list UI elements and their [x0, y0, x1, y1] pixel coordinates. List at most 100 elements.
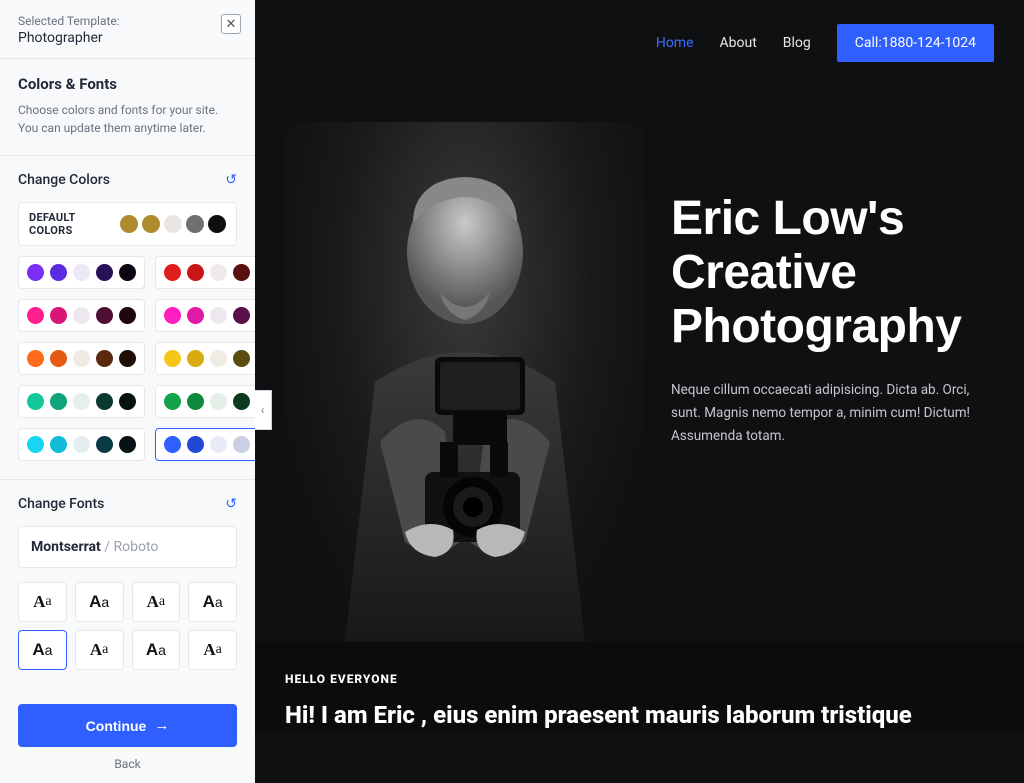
color-dot — [73, 436, 90, 453]
palette-option-8[interactable] — [18, 428, 145, 461]
font-primary: Montserrat — [31, 539, 101, 555]
color-dot — [119, 264, 136, 281]
font-secondary: Roboto — [114, 539, 159, 555]
color-dot — [210, 436, 227, 453]
color-dot — [164, 393, 181, 410]
color-dot — [119, 436, 136, 453]
color-dot — [27, 350, 44, 367]
color-dot — [233, 264, 250, 281]
font-sample-small: a — [45, 642, 53, 658]
color-dot — [96, 350, 113, 367]
nav-link-blog[interactable]: Blog — [783, 35, 811, 51]
default-colors-row[interactable]: DEFAULT COLORS — [18, 202, 237, 246]
font-option-6[interactable]: Aa — [132, 630, 181, 670]
color-dot — [27, 307, 44, 324]
intro-kicker: HELLO EVERYONE — [285, 672, 994, 686]
intro-heading: Hi! I am Eric , eius enim praesent mauri… — [285, 700, 994, 731]
color-dot — [50, 393, 67, 410]
preview-nav: Home About Blog Call:1880-124-1024 — [255, 0, 1024, 62]
continue-button[interactable]: Continue → — [18, 704, 237, 747]
font-sample-small: a — [101, 594, 109, 610]
reset-colors-icon[interactable]: ↺ — [225, 172, 237, 188]
change-colors-title: Change Colors — [18, 172, 110, 188]
color-dot — [186, 215, 204, 233]
color-dot — [164, 215, 182, 233]
palette-option-2[interactable] — [18, 299, 145, 332]
hero-section: Eric Low's Creative Photography Neque ci… — [255, 62, 1024, 642]
palette-option-6[interactable] — [18, 385, 145, 418]
font-sample-big: A — [146, 640, 158, 660]
color-dot — [27, 393, 44, 410]
font-option-7[interactable]: Aa — [188, 630, 237, 670]
color-dot — [210, 264, 227, 281]
photographer-image — [285, 122, 645, 642]
color-dot — [73, 393, 90, 410]
color-dot — [208, 215, 226, 233]
color-dot — [210, 350, 227, 367]
color-dot — [73, 264, 90, 281]
intro-title: Colors & Fonts — [18, 75, 237, 93]
color-dot — [119, 393, 136, 410]
font-option-4[interactable]: Aa — [18, 630, 67, 670]
font-sample-small: a — [158, 642, 166, 658]
hero-description: Neque cillum occaecati adipisicing. Dict… — [671, 379, 994, 448]
font-pair-selector[interactable]: Montserrat / Roboto — [18, 526, 237, 568]
color-dot — [233, 436, 250, 453]
back-link[interactable]: Back — [18, 757, 237, 771]
change-fonts-title: Change Fonts — [18, 496, 104, 512]
palette-option-0[interactable] — [18, 256, 145, 289]
color-dot — [27, 264, 44, 281]
close-button[interactable]: ✕ — [221, 14, 241, 34]
sidebar-footer: Continue → Back — [0, 690, 255, 783]
color-dot — [187, 436, 204, 453]
color-dot — [96, 307, 113, 324]
color-dot — [164, 307, 181, 324]
color-dot — [187, 307, 204, 324]
arrow-right-icon: → — [154, 717, 169, 734]
font-option-2[interactable]: Aa — [132, 582, 181, 622]
color-dot — [96, 436, 113, 453]
font-sample-big: A — [147, 592, 159, 612]
color-dot — [187, 264, 204, 281]
color-dot — [142, 215, 160, 233]
close-icon: ✕ — [226, 17, 237, 32]
settings-sidebar: Selected Template: Photographer ✕ Colors… — [0, 0, 255, 783]
font-sample-big: A — [33, 592, 45, 612]
hero-title: Eric Low's Creative Photography — [671, 192, 994, 353]
default-colors-label: DEFAULT COLORS — [29, 211, 112, 237]
nav-link-home[interactable]: Home — [656, 35, 694, 51]
color-dot — [50, 264, 67, 281]
font-sample-big: A — [203, 592, 215, 612]
hero-text: Eric Low's Creative Photography Neque ci… — [645, 122, 994, 642]
font-option-1[interactable]: Aa — [75, 582, 124, 622]
font-sample-small: a — [215, 594, 223, 610]
font-option-3[interactable]: Aa — [188, 582, 237, 622]
color-dot — [120, 215, 138, 233]
reset-fonts-icon[interactable]: ↺ — [225, 496, 237, 512]
palette-option-4[interactable] — [18, 342, 145, 375]
font-sample-small: a — [102, 642, 108, 658]
color-dot — [233, 393, 250, 410]
selected-template-label: Selected Template: — [18, 14, 237, 28]
color-dot — [73, 350, 90, 367]
color-dot — [187, 393, 204, 410]
change-colors-section: Change Colors ↺ DEFAULT COLORS — [0, 156, 255, 480]
site-preview: ‹ HomeAboutBlog Call:1880-124-1024 — [255, 0, 1024, 783]
colors-fonts-intro: Colors & Fonts Choose colors and fonts f… — [0, 59, 255, 156]
call-button[interactable]: Call:1880-124-1024 — [837, 24, 994, 62]
intro-description: Choose colors and fonts for your site. Y… — [18, 101, 237, 137]
color-dot — [164, 264, 181, 281]
color-dot — [73, 307, 90, 324]
nav-link-about[interactable]: About — [720, 35, 757, 51]
font-option-0[interactable]: Aa — [18, 582, 67, 622]
sidebar-header: Selected Template: Photographer ✕ — [0, 0, 255, 59]
color-dot — [50, 436, 67, 453]
continue-label: Continue — [86, 718, 147, 734]
color-dot — [164, 436, 181, 453]
font-sample-big: A — [32, 640, 44, 660]
font-option-5[interactable]: Aa — [75, 630, 124, 670]
font-sample-big: A — [203, 640, 215, 660]
font-sample-small: a — [216, 642, 222, 658]
font-sample-big: A — [89, 592, 101, 612]
color-dot — [96, 264, 113, 281]
